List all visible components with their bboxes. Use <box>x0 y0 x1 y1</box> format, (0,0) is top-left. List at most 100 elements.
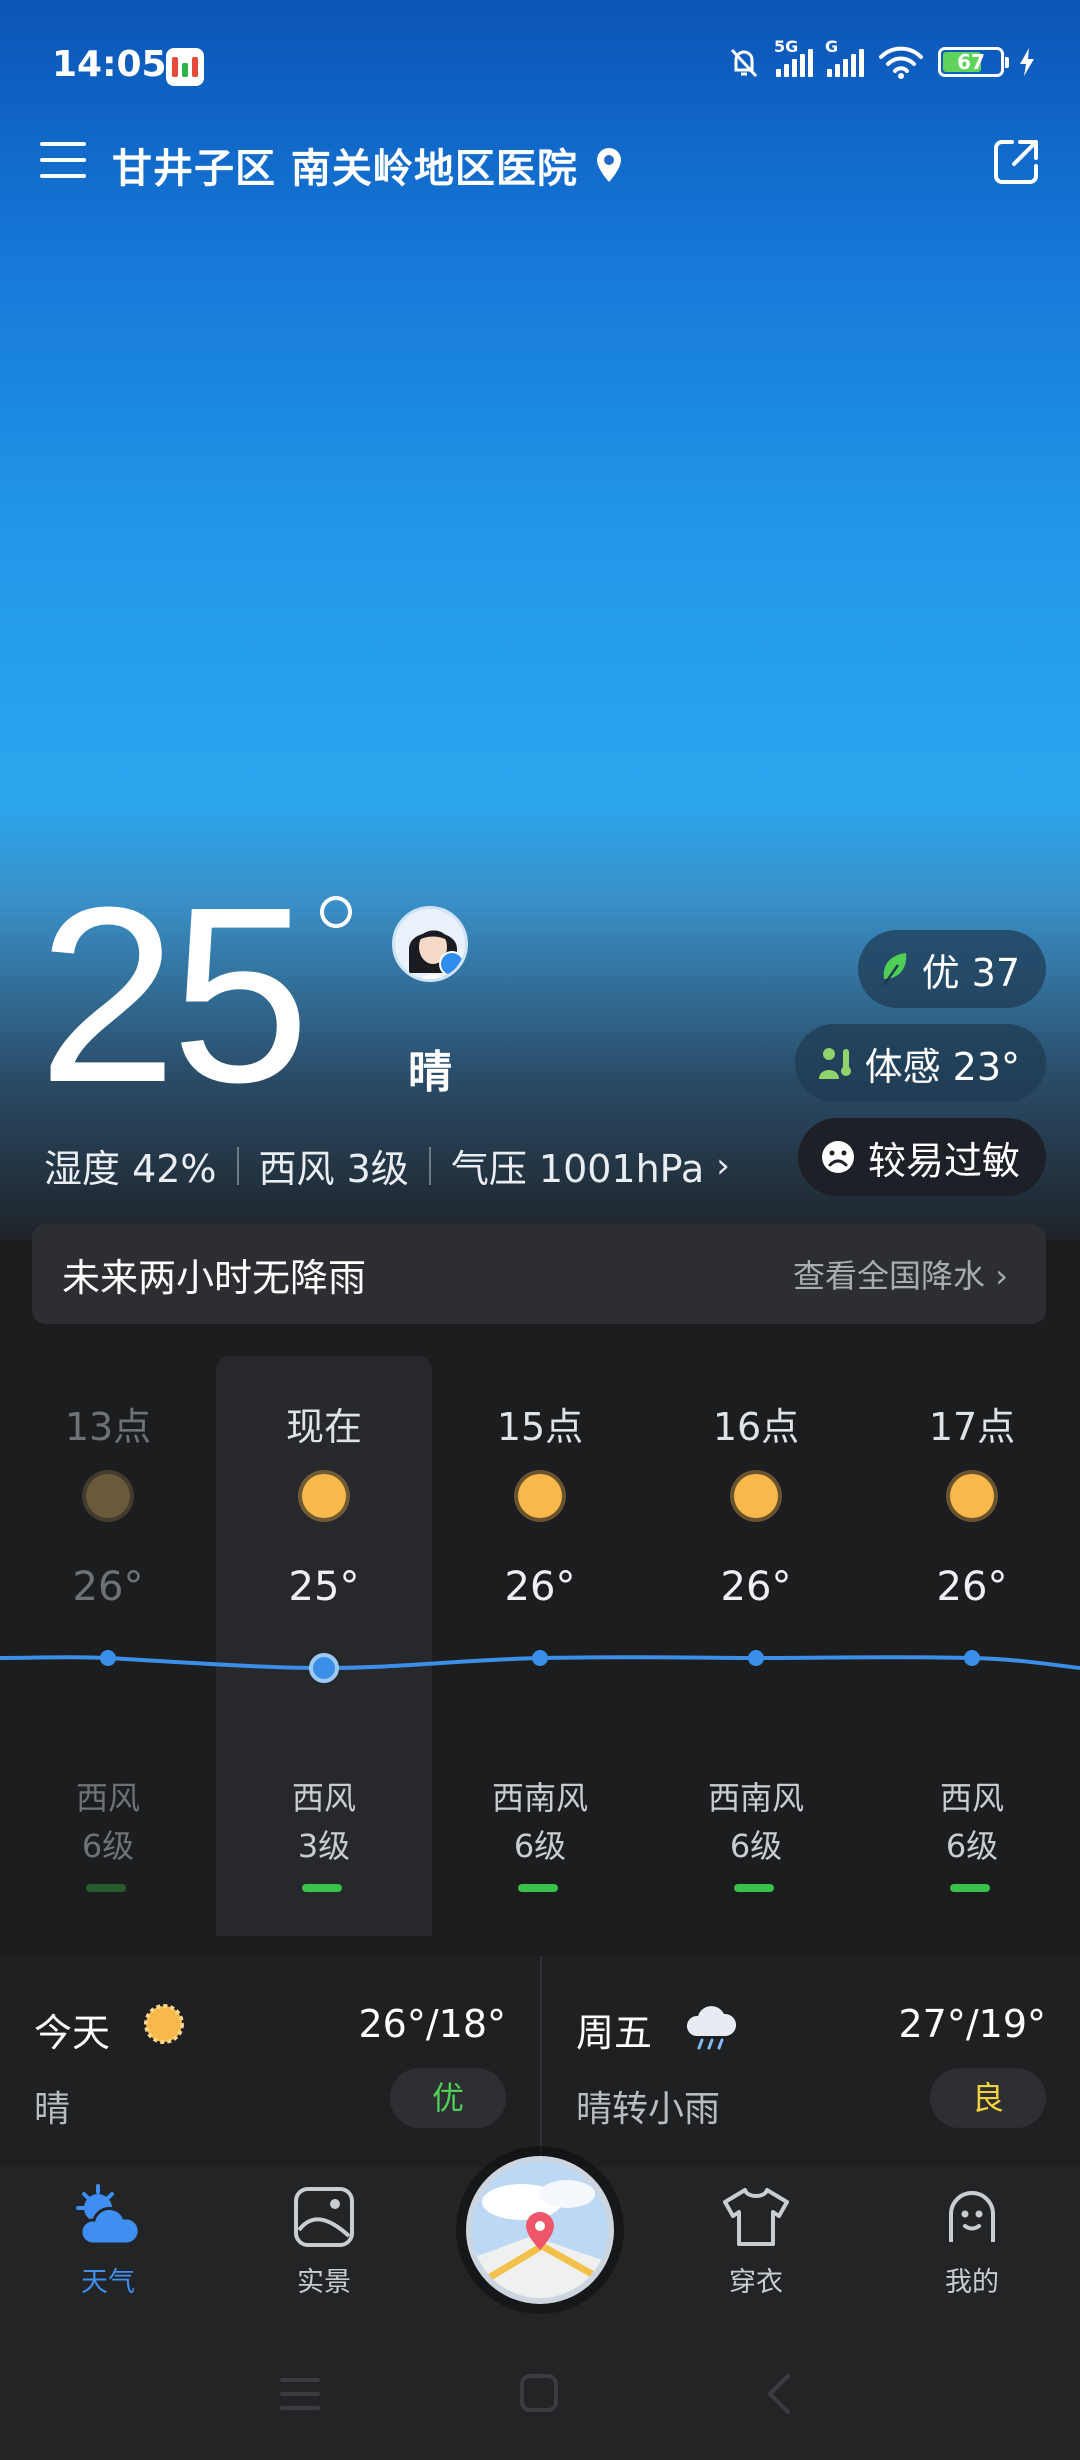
pressure: 气压 1001hPa <box>450 1147 705 1191</box>
allergy-pill[interactable]: 较易过敏 <box>797 1118 1046 1196</box>
day-name: 今天 <box>34 2011 111 2055</box>
shirt-icon <box>723 2188 789 2246</box>
hourly-time: 16点 <box>712 1405 800 1449</box>
hourly-forecast[interactable]: 13点 26° 西风 6级 现在 25° 西风 3级 15点 26° 西南风 6… <box>0 1356 1080 1936</box>
day-name: 周五 <box>576 2011 653 2055</box>
wind-level: 6级 <box>945 1827 999 1865</box>
battery-icon: 67 <box>938 47 1009 77</box>
precipitation-banner[interactable]: 未来两小时无降雨 查看全国降水 › <box>32 1224 1046 1324</box>
location-name: 甘井子区 南关岭地区医院 <box>112 146 578 192</box>
wind-level-bar <box>518 1884 558 1892</box>
location-title[interactable]: 甘井子区 南关岭地区医院 <box>112 136 624 194</box>
hourly-temp: 26° <box>936 1564 1008 1610</box>
chevron-right-icon: › <box>716 1145 730 1186</box>
feels-like-pill[interactable]: 体感 23° <box>794 1024 1046 1102</box>
cell-signal-2-icon: G <box>825 37 864 77</box>
current-metrics[interactable]: 湿度 42% 西风 3级 气压 1001hPa › <box>44 1138 730 1193</box>
daily-item-today[interactable]: 今天 26°/18° 晴 优 <box>0 1956 540 2166</box>
sunny-icon <box>302 1474 346 1518</box>
hourly-time: 15点 <box>496 1405 584 1449</box>
hourly-time: 13点 <box>64 1405 152 1449</box>
wind-level: 3级 <box>297 1827 351 1865</box>
divider <box>236 1146 239 1185</box>
sunny-icon <box>86 1474 130 1518</box>
cell-signal-1-icon: 5G <box>774 37 813 77</box>
cloud-rain-icon <box>686 2006 737 2050</box>
wind-direction: 西风 <box>75 1779 140 1817</box>
map-globe-button[interactable] <box>466 2156 614 2304</box>
location-pin-icon <box>596 148 621 182</box>
daily-item-friday[interactable]: 周五 27°/19° 晴转小雨 良 <box>540 1956 1080 2166</box>
home-icon[interactable] <box>520 2374 558 2412</box>
day-condition: 晴 <box>34 2089 71 2130</box>
temp-range: 26°/18° <box>358 2002 506 2046</box>
share-icon[interactable] <box>990 136 1042 188</box>
trend-point <box>100 1650 116 1666</box>
menu-button[interactable] <box>40 142 86 182</box>
current-condition: 晴 <box>408 1047 452 1098</box>
wind-level-bar <box>86 1884 126 1892</box>
wind: 西风 3级 <box>258 1147 409 1191</box>
feels-like-label: 体感 23° <box>864 1044 1020 1089</box>
air-quality-badge: 优 <box>390 2068 506 2128</box>
hourly-time: 现在 <box>285 1405 362 1449</box>
signal-2-tag: G <box>825 37 839 56</box>
temp-range: 27°/19° <box>898 2002 1046 2046</box>
sad-face-icon <box>821 1141 854 1173</box>
national-precipitation-link[interactable]: 查看全国降水 › <box>793 1251 1008 1297</box>
nav-scene[interactable]: 实景 <box>254 2184 394 2299</box>
wind-direction: 西风 <box>291 1779 356 1817</box>
wifi-icon <box>879 46 923 79</box>
nav-clothing[interactable]: 穿衣 <box>686 2184 826 2299</box>
back-icon[interactable] <box>767 2374 790 2414</box>
sunny-icon <box>734 1474 778 1518</box>
nav-mine[interactable]: 我的 <box>902 2184 1042 2299</box>
day-condition: 晴转小雨 <box>576 2089 721 2130</box>
aqi-pill[interactable]: 优 37 <box>857 930 1046 1008</box>
wind-level-bar <box>950 1884 990 1892</box>
nav-weather-label: 天气 <box>81 2267 135 2298</box>
wind-level: 6级 <box>513 1827 567 1865</box>
play-icon[interactable] <box>439 951 465 977</box>
charging-icon <box>1020 48 1034 76</box>
allergy-label: 较易过敏 <box>867 1138 1020 1183</box>
leaf-icon <box>882 953 906 986</box>
nav-weather[interactable]: 天气 <box>38 2184 178 2299</box>
hourly-temp: 25° <box>288 1564 360 1610</box>
status-icons: 5G G 67 <box>726 37 1036 80</box>
wind-level: 6级 <box>81 1827 135 1865</box>
hourly-wind: 西南风 6级 <box>648 1774 864 1870</box>
recent-apps-icon[interactable] <box>280 2378 320 2410</box>
wind-level-bar <box>734 1884 774 1892</box>
sunny-icon <box>950 1474 994 1518</box>
system-navigation-bar <box>0 2350 1080 2440</box>
hourly-wind: 西风 6级 <box>864 1774 1080 1870</box>
app-notification-icon <box>166 48 204 86</box>
wind-level: 6级 <box>729 1827 783 1865</box>
wind-direction: 西南风 <box>707 1779 804 1817</box>
profile-face-icon <box>949 2191 995 2242</box>
wind-direction: 西南风 <box>491 1779 588 1817</box>
photo-frame-icon <box>294 2187 354 2247</box>
trend-point <box>532 1650 548 1666</box>
divider <box>428 1146 431 1185</box>
bell-muted-icon <box>730 48 758 78</box>
hourly-wind: 西南风 6级 <box>432 1774 648 1870</box>
nav-mine-label: 我的 <box>945 2267 999 2298</box>
hourly-temp: 26° <box>72 1564 144 1610</box>
status-time: 14:05 <box>52 44 167 85</box>
system-nav-icons <box>280 2374 790 2414</box>
trend-point-now <box>309 1653 339 1683</box>
temperature-trend-line <box>0 1650 1080 1683</box>
national-precipitation-link-text: 查看全国降水 <box>793 1257 986 1295</box>
current-temperature: 25 <box>38 855 310 1134</box>
battery-level: 67 <box>957 50 985 74</box>
nav-scene-label: 实景 <box>297 2267 351 2298</box>
person-thermometer-icon <box>818 1048 851 1079</box>
chevron-right-icon: › <box>995 1257 1008 1295</box>
sunny-icon <box>144 2004 184 2044</box>
hourly-temp: 26° <box>720 1564 792 1610</box>
weather-cloud-sun-icon <box>76 2184 141 2246</box>
weather-anchor-avatar[interactable] <box>392 906 468 982</box>
air-quality-badge: 良 <box>930 2068 1046 2128</box>
